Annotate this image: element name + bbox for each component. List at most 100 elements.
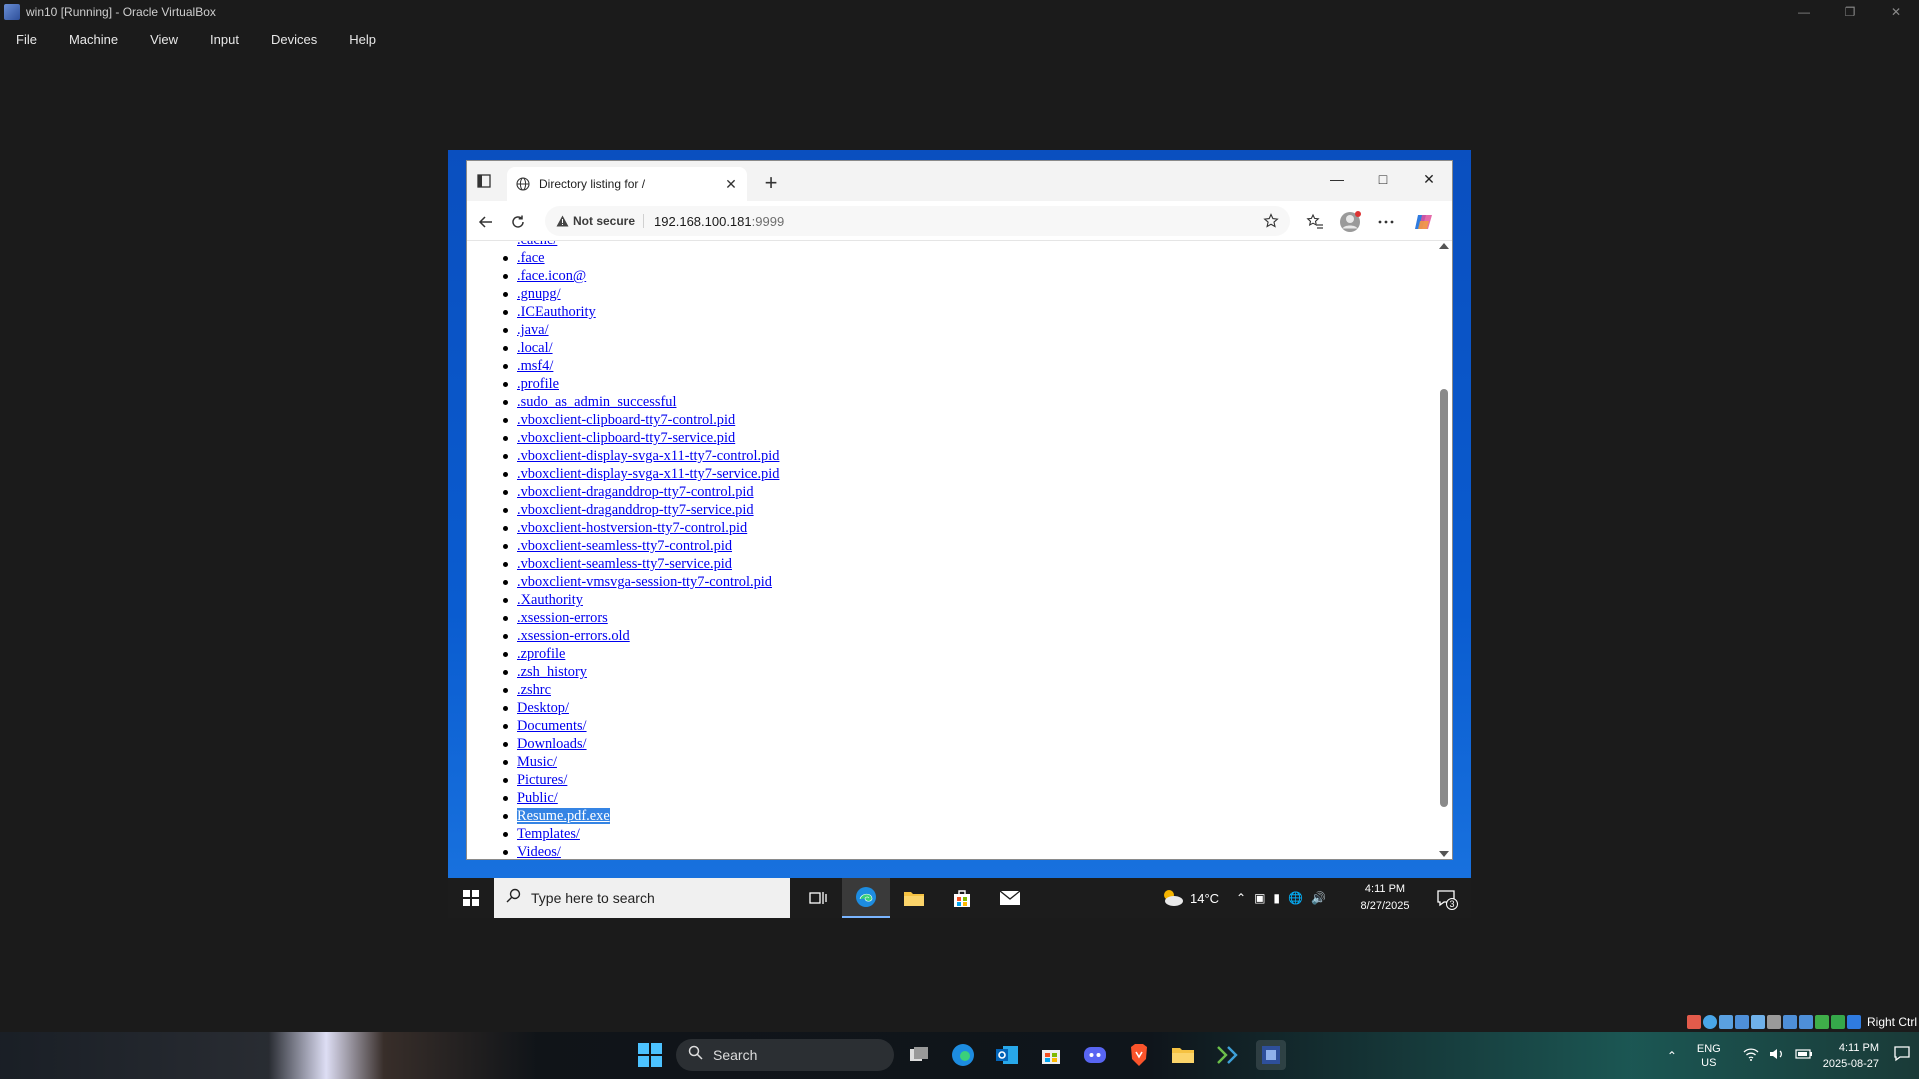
tab-directory-listing[interactable]: Directory listing for / ✕ (507, 167, 747, 201)
windows11-start-icon[interactable] (637, 1042, 663, 1068)
scroll-up-arrow[interactable] (1439, 243, 1449, 249)
browser-minimize-button[interactable]: — (1314, 161, 1360, 197)
directory-link[interactable]: .face.icon@ (517, 268, 586, 284)
menu-machine[interactable]: Machine (59, 32, 128, 47)
directory-link[interactable]: Desktop/ (517, 700, 569, 716)
directory-link[interactable]: .vboxclient-seamless-tty7-service.pid (517, 556, 732, 572)
directory-link[interactable]: .face (517, 250, 545, 266)
host-battery-icon[interactable] (1795, 1048, 1813, 1063)
directory-link[interactable]: .vboxclient-vmsvga-session-tty7-control.… (517, 574, 772, 590)
host-file-explorer-icon[interactable] (1168, 1040, 1198, 1070)
directory-link[interactable]: .vboxclient-clipboard-tty7-service.pid (517, 430, 735, 446)
directory-link[interactable]: Resume.pdf.exe (517, 808, 610, 824)
menu-help[interactable]: Help (339, 32, 386, 47)
favorite-star-icon[interactable] (1262, 212, 1280, 230)
directory-link[interactable]: .ICEauthority (517, 304, 596, 320)
menu-file[interactable]: File (6, 32, 47, 47)
more-options-icon[interactable] (1373, 209, 1399, 235)
directory-link[interactable]: .Xauthority (517, 592, 583, 608)
notification-center-icon[interactable]: 3 (1426, 878, 1466, 918)
edge-taskbar-icon[interactable] (842, 878, 890, 918)
usb-icon[interactable] (1750, 1015, 1765, 1029)
favorites-icon[interactable] (1302, 209, 1328, 235)
directory-link[interactable]: .vboxclient-display-svga-x11-tty7-servic… (517, 466, 779, 482)
tab-actions-icon[interactable] (475, 172, 493, 190)
profile-avatar-icon[interactable] (1337, 209, 1363, 235)
scroll-down-arrow[interactable] (1439, 851, 1449, 857)
network-globe-icon[interactable]: 🌐 (1288, 891, 1303, 905)
windows-start-icon[interactable] (448, 878, 494, 918)
cpu-icon[interactable] (1814, 1015, 1829, 1029)
refresh-icon[interactable] (505, 209, 531, 235)
directory-link[interactable]: .xsession-errors.old (517, 628, 630, 644)
minimize-button[interactable]: — (1781, 0, 1827, 24)
optical-drive-icon[interactable] (1702, 1015, 1717, 1029)
host-volume-icon[interactable] (1769, 1047, 1785, 1064)
visual-studio-icon[interactable] (1212, 1040, 1242, 1070)
browser-close-button[interactable]: ✕ (1406, 161, 1452, 197)
url-text[interactable]: 192.168.100.181:9999 (654, 214, 784, 229)
weather-widget[interactable]: 14°C (1160, 878, 1219, 918)
directory-link[interactable]: Downloads/ (517, 736, 587, 752)
keyboard-capture-icon[interactable] (1846, 1015, 1861, 1029)
directory-link[interactable]: .local/ (517, 340, 553, 356)
directory-link[interactable]: .vboxclient-draganddrop-tty7-control.pid (517, 484, 754, 500)
directory-link[interactable]: .vboxclient-clipboard-tty7-control.pid (517, 412, 735, 428)
directory-link[interactable]: Public/ (517, 790, 558, 806)
directory-link[interactable]: .vboxclient-draganddrop-tty7-service.pid (517, 502, 754, 518)
back-icon[interactable] (473, 209, 499, 235)
tab-close-icon[interactable]: ✕ (721, 174, 741, 194)
host-edge-icon[interactable] (948, 1040, 978, 1070)
audio-icon[interactable] (1718, 1015, 1733, 1029)
host-notification-icon[interactable] (1893, 1045, 1911, 1066)
recording-icon[interactable] (1798, 1015, 1813, 1029)
new-tab-button[interactable]: + (759, 170, 783, 195)
brave-icon[interactable] (1124, 1040, 1154, 1070)
discord-icon[interactable] (1080, 1040, 1110, 1070)
host-virtualbox-icon[interactable] (1256, 1040, 1286, 1070)
network-icon[interactable] (1734, 1015, 1749, 1029)
hard-disk-icon[interactable] (1686, 1015, 1701, 1029)
host-store-icon[interactable] (1036, 1040, 1066, 1070)
task-view-icon[interactable] (794, 878, 842, 918)
menu-devices[interactable]: Devices (261, 32, 327, 47)
outlook-icon[interactable] (992, 1040, 1022, 1070)
directory-link[interactable]: .xsession-errors (517, 610, 608, 626)
directory-link[interactable]: .gnupg/ (517, 286, 561, 302)
mail-icon[interactable] (986, 878, 1034, 918)
menu-input[interactable]: Input (200, 32, 249, 47)
meet-now-icon[interactable]: ▣ (1254, 891, 1265, 905)
directory-link[interactable]: .profile (517, 376, 559, 392)
page-content[interactable]: .cache/ .face .face.icon@ .gnupg/ .ICEautho… (467, 241, 1437, 859)
directory-link[interactable]: Documents/ (517, 718, 587, 734)
close-button[interactable]: ✕ (1873, 0, 1919, 24)
input-language-indicator[interactable]: ENG US (1697, 1042, 1721, 1070)
directory-link[interactable]: Templates/ (517, 826, 580, 842)
partial-list-item[interactable]: .cache/ (517, 241, 557, 249)
shared-folders-icon[interactable] (1766, 1015, 1781, 1029)
directory-link[interactable]: .zprofile (517, 646, 565, 662)
host-show-hidden-icons-icon[interactable]: ⌃ (1667, 1049, 1677, 1063)
wifi-icon[interactable] (1743, 1047, 1759, 1064)
restore-button[interactable]: ❐ (1827, 0, 1873, 24)
show-hidden-icons-icon[interactable]: ⌃ (1236, 891, 1246, 905)
directory-link[interactable]: .vboxclient-hostversion-tty7-control.pid (517, 520, 747, 536)
host-clock[interactable]: 4:11 PM 2025-08-27 (1823, 1040, 1879, 1072)
directory-link[interactable]: Pictures/ (517, 772, 567, 788)
warning-icon[interactable] (555, 214, 569, 228)
microsoft-store-icon[interactable] (938, 878, 986, 918)
browser-maximize-button[interactable]: □ (1360, 161, 1406, 197)
guest-screen[interactable]: Directory listing for / ✕ + — □ ✕ Not se (448, 150, 1471, 918)
directory-link[interactable]: .vboxclient-display-svga-x11-tty7-contro… (517, 448, 779, 464)
directory-link[interactable]: Music/ (517, 754, 557, 770)
guest-search-box[interactable]: Type here to search (494, 878, 790, 918)
host-search-box[interactable]: Search (676, 1039, 894, 1071)
directory-link[interactable]: Videos/ (517, 844, 561, 859)
host-task-view-icon[interactable] (904, 1040, 934, 1070)
directory-link[interactable]: .java/ (517, 322, 549, 338)
menu-view[interactable]: View (140, 32, 188, 47)
mouse-integration-icon[interactable] (1830, 1015, 1845, 1029)
guest-clock[interactable]: 4:11 PM 8/27/2025 (1350, 881, 1420, 915)
directory-link[interactable]: .sudo_as_admin_successful (517, 394, 676, 410)
directory-link[interactable]: .vboxclient-seamless-tty7-control.pid (517, 538, 732, 554)
